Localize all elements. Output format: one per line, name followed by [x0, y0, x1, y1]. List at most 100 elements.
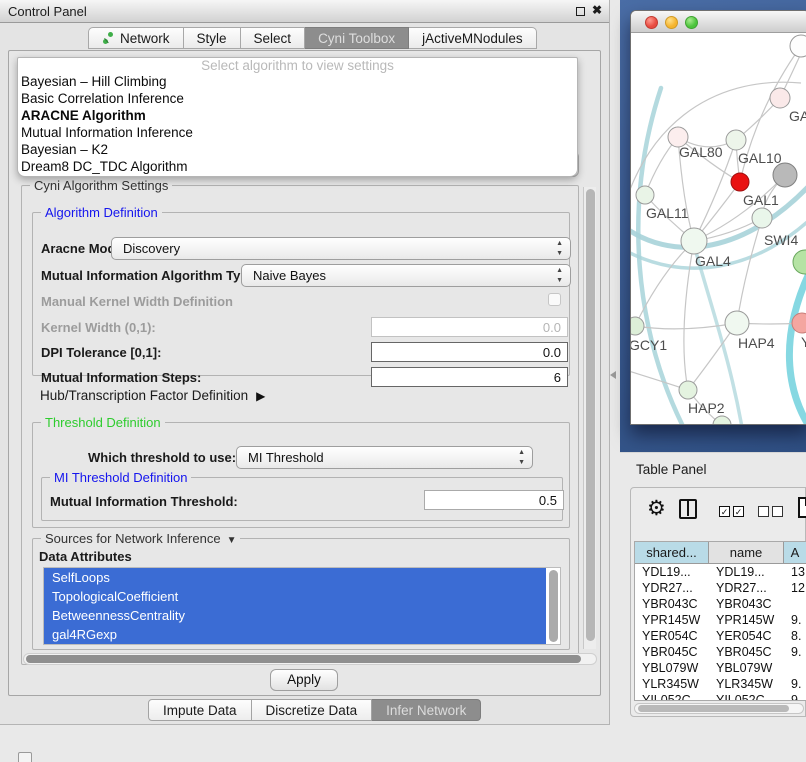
column-header-shared[interactable]: shared...	[635, 542, 709, 564]
algorithm-option-aracne-algorithm[interactable]: ARACNE Algorithm	[18, 108, 577, 125]
tab-impute-data[interactable]: Impute Data	[148, 699, 252, 721]
kernel-width-input[interactable]: 0.0	[371, 317, 568, 337]
zoom-traffic-light-icon[interactable]	[685, 16, 698, 29]
restore-panel-icon[interactable]	[18, 752, 32, 762]
kernel-width-label: Kernel Width (0,1):	[41, 320, 156, 335]
table-row[interactable]: YPR145WYPR145W9.	[635, 612, 806, 628]
network-canvas[interactable]: GALGAL80GAL10GAL1GAL11SWI4GAL4GCY1HAP4YH…	[631, 33, 806, 425]
table-row[interactable]: YBL079WYBL079W	[635, 660, 806, 676]
tab-select[interactable]: Select	[241, 27, 306, 49]
tab-infer-network[interactable]: Infer Network	[372, 699, 481, 721]
close-traffic-light-icon[interactable]	[645, 16, 658, 29]
table-row[interactable]: YLR345WYLR345W9.	[635, 676, 806, 692]
table-row[interactable]: YIL052CYIL052C9.	[635, 692, 806, 701]
algorithm-dropdown-list: Select algorithm to view settings Bayesi…	[17, 57, 578, 177]
split-columns-icon[interactable]	[679, 499, 697, 519]
network-node[interactable]	[679, 381, 697, 399]
network-node[interactable]	[731, 173, 749, 191]
mi-threshold-input[interactable]: 0.5	[424, 490, 564, 510]
table-cell: YPR145W	[635, 612, 709, 628]
aracne-mode-select[interactable]: Discovery ▲▼	[111, 237, 571, 260]
algorithm-option-basic-correlation-inference[interactable]: Basic Correlation Inference	[18, 91, 577, 108]
table-row[interactable]: YBR043CYBR043C	[635, 596, 806, 612]
network-node[interactable]	[725, 311, 749, 335]
attribute-item-topologicalcoefficient[interactable]: TopologicalCoefficient	[44, 587, 546, 606]
screen: Control Panel ✖ Network Style Select Cyni T…	[0, 0, 806, 762]
attribute-item-selfloops[interactable]: SelfLoops	[44, 568, 546, 587]
spinner-arrows-icon: ▲▼	[518, 448, 525, 468]
attribute-item-betweennesscentrality[interactable]: BetweennessCentrality	[44, 606, 546, 625]
mi-type-select[interactable]: Naive Bayes ▲▼	[241, 264, 571, 287]
node-label-y: Y	[801, 334, 806, 350]
network-node[interactable]	[636, 186, 654, 204]
settings-horizontal-scrollbar[interactable]	[23, 653, 597, 665]
table-cell: 9.	[784, 612, 806, 628]
tab-label: Cyni Toolbox	[318, 31, 395, 46]
table-cell	[784, 660, 806, 676]
table-cell: YDR27...	[709, 580, 784, 596]
table-cell: YER054C	[709, 628, 784, 644]
network-node[interactable]	[770, 88, 790, 108]
algorithm-option-mutual-information-inference[interactable]: Mutual Information Inference	[18, 125, 577, 142]
panel-collapse-arrow-icon[interactable]	[610, 371, 616, 379]
table-horizontal-scrollbar[interactable]	[634, 703, 804, 714]
minimize-traffic-light-icon[interactable]	[665, 16, 678, 29]
network-node[interactable]	[631, 317, 644, 335]
dpi-tolerance-input[interactable]: 0.0	[371, 342, 568, 362]
node-label-gal1: GAL1	[743, 192, 779, 208]
page-icon[interactable]	[798, 497, 806, 518]
apply-button[interactable]: Apply	[270, 669, 338, 691]
settings-vertical-scrollbar[interactable]	[583, 187, 596, 649]
tab-jactivemnodules[interactable]: jActiveMNodules	[409, 27, 537, 49]
list-scrollbar[interactable]	[549, 570, 558, 642]
mi-threshold-group: MI Threshold Definition Mutual Informati…	[41, 477, 563, 521]
algorithm-placeholder: Select algorithm to view settings	[18, 58, 577, 74]
data-attributes-list[interactable]: SelfLoopsTopologicalCoefficientBetweenne…	[43, 567, 561, 645]
table-cell: 9.	[784, 676, 806, 692]
unchecked-boxes-icon[interactable]	[758, 506, 783, 517]
network-node[interactable]	[713, 416, 731, 425]
tab-cyni-toolbox[interactable]: Cyni Toolbox	[305, 27, 409, 49]
sources-group-title[interactable]: Sources for Network Inference▼	[41, 531, 240, 546]
threshold-definition-title: Threshold Definition	[41, 415, 165, 430]
network-node[interactable]	[681, 228, 707, 254]
tab-network[interactable]: Network	[88, 27, 184, 49]
table-cell: YPR145W	[709, 612, 784, 628]
network-node[interactable]	[773, 163, 797, 187]
gear-icon[interactable]: ⚙	[647, 496, 666, 521]
network-node[interactable]	[726, 130, 746, 150]
network-node[interactable]	[790, 35, 806, 57]
network-node[interactable]	[752, 208, 772, 228]
table-row[interactable]: YDR27...YDR27...12	[635, 580, 806, 596]
tab-style[interactable]: Style	[184, 27, 241, 49]
table-row[interactable]: YDL19...YDL19...13	[635, 564, 806, 580]
table-row[interactable]: YER054CYER054C8.	[635, 628, 806, 644]
float-window-icon[interactable]	[576, 7, 585, 16]
tab-discretize-data[interactable]: Discretize Data	[252, 699, 373, 721]
column-header-a[interactable]: A	[784, 542, 806, 564]
hub-definition-toggle[interactable]: Hub/Transcription Factor Definition▶	[40, 388, 265, 403]
attribute-item-gal4rgexp[interactable]: gal4RGexp	[44, 625, 546, 644]
node-label-hap4: HAP4	[738, 335, 775, 351]
close-icon[interactable]: ✖	[592, 3, 602, 17]
threshold-definition-group: Threshold Definition Which threshold to …	[32, 422, 570, 528]
checked-boxes-icon[interactable]: ✓✓	[719, 506, 744, 517]
manual-kernel-checkbox[interactable]	[548, 293, 561, 306]
network-node[interactable]	[793, 250, 806, 274]
algorithm-option-bayesian-hill-climbing[interactable]: Bayesian – Hill Climbing	[18, 74, 577, 91]
algorithm-option-bayesian-k2[interactable]: Bayesian – K2	[18, 142, 577, 159]
table-cell: YBR043C	[635, 596, 709, 612]
which-threshold-select[interactable]: MI Threshold ▲▼	[236, 446, 533, 469]
table-cell: YBR045C	[709, 644, 784, 660]
column-header-name[interactable]: name	[709, 542, 784, 564]
table-cell: 13	[784, 564, 806, 580]
control-panel-titlebar: Control Panel ✖	[0, 0, 609, 23]
node-table[interactable]: shared...nameA YDL19...YDL19...13YDR27..…	[634, 541, 806, 701]
mi-threshold-label: Mutual Information Threshold:	[50, 494, 238, 509]
chevron-down-icon: ▼	[227, 535, 237, 546]
mi-steps-input[interactable]: 6	[371, 367, 568, 387]
table-row[interactable]: YBR045CYBR045C9.	[635, 644, 806, 660]
algorithm-option-dream8-dc-tdc-algorithm[interactable]: Dream8 DC_TDC Algorithm	[18, 159, 577, 176]
table-cell: YBL079W	[635, 660, 709, 676]
tab-label: Style	[197, 31, 227, 46]
